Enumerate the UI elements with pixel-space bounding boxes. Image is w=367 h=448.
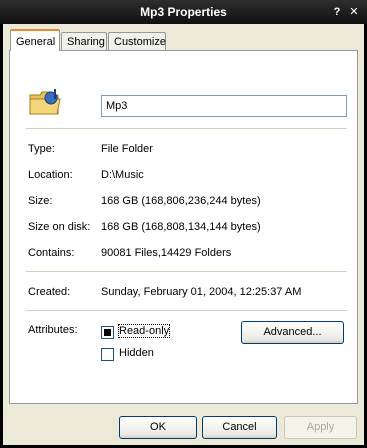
- size-on-disk-label: Size on disk:: [28, 221, 91, 233]
- separator: [26, 271, 347, 272]
- window-title: Mp3 Properties: [140, 5, 227, 19]
- general-panel: Type: File Folder Location: D:\Music Siz…: [9, 50, 358, 404]
- advanced-button[interactable]: Advanced...: [241, 321, 344, 344]
- indeterminate-mark: [104, 329, 111, 336]
- attributes-label: Attributes:: [28, 324, 78, 336]
- size-on-disk-value: 168 GB (168,808,134,144 bytes): [101, 221, 261, 233]
- read-only-checkbox[interactable]: [101, 326, 114, 339]
- type-value: File Folder: [101, 143, 153, 155]
- size-label: Size:: [28, 195, 53, 207]
- location-value: D:\Music: [101, 169, 144, 181]
- folder-name-input[interactable]: [101, 95, 347, 117]
- tab-general[interactable]: General: [10, 29, 60, 51]
- dialog-client: General Sharing Customize Type: File Fol…: [3, 24, 364, 445]
- help-button[interactable]: ?: [330, 5, 344, 19]
- location-label: Location:: [28, 169, 73, 181]
- separator: [26, 310, 347, 311]
- hidden-label[interactable]: Hidden: [119, 347, 154, 359]
- read-only-label[interactable]: Read-only: [117, 324, 171, 338]
- size-value: 168 GB (168,806,236,244 bytes): [101, 195, 261, 207]
- properties-window: Mp3 Properties ? ✕ General Sharing Custo…: [0, 0, 367, 448]
- music-folder-icon: [29, 89, 61, 115]
- contains-label: Contains:: [28, 247, 75, 259]
- cancel-button[interactable]: Cancel: [202, 416, 277, 439]
- created-label: Created:: [28, 286, 71, 298]
- separator: [26, 128, 347, 129]
- tab-sharing[interactable]: Sharing: [61, 32, 107, 50]
- contains-value: 90081 Files,14429 Folders: [101, 247, 232, 259]
- apply-button: Apply: [284, 416, 357, 439]
- hidden-checkbox[interactable]: [101, 348, 114, 361]
- title-bar[interactable]: Mp3 Properties ? ✕: [0, 0, 367, 24]
- close-button[interactable]: ✕: [347, 5, 361, 19]
- type-label: Type:: [28, 143, 55, 155]
- created-value: Sunday, February 01, 2004, 12:25:37 AM: [101, 286, 302, 298]
- ok-button[interactable]: OK: [119, 416, 197, 439]
- tab-customize[interactable]: Customize: [108, 32, 166, 50]
